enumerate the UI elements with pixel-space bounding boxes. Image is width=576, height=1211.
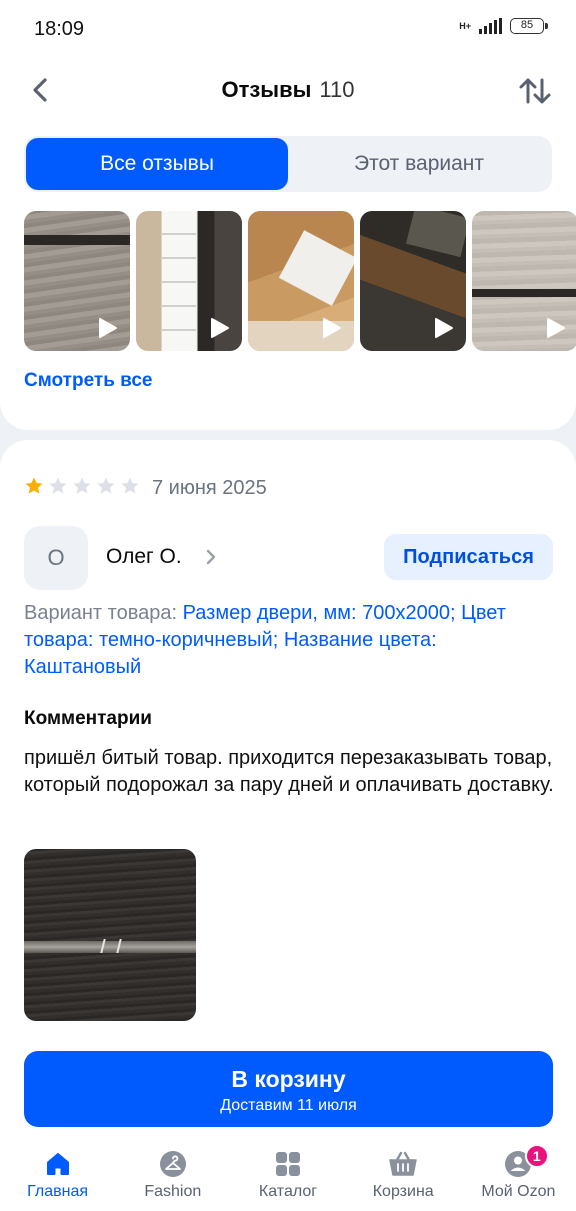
nav-item-catalog[interactable]: Каталог: [230, 1139, 345, 1211]
play-icon: [211, 318, 229, 338]
star-empty-icon: [73, 477, 91, 494]
status-icons: H+ 85: [459, 18, 548, 34]
status-bar: 18:09 H+ 85: [0, 0, 576, 60]
media-thumbnail[interactable]: [360, 211, 466, 351]
nav-label-catalog: Каталог: [258, 1183, 318, 1200]
author-name[interactable]: Олег О.: [106, 545, 182, 569]
play-icon: [99, 318, 117, 338]
bottom-nav: Главная Fashion Каталог Корзина 1 Мой Oz…: [0, 1139, 576, 1211]
status-time: 18:09: [34, 18, 85, 40]
add-to-cart-label: В корзину: [231, 1066, 346, 1092]
view-all-link[interactable]: Смотреть все: [24, 370, 153, 392]
tab-all-reviews[interactable]: Все отзывы: [26, 138, 288, 190]
media-strip: [24, 211, 576, 351]
nav-label-fashion: Fashion: [144, 1183, 202, 1200]
media-thumbnail[interactable]: [24, 211, 130, 351]
review-card: 7 июня 2025 О Олег О. Подписаться Вариан…: [0, 440, 576, 1140]
nav-item-fashion[interactable]: Fashion: [115, 1139, 230, 1211]
nav-item-home[interactable]: Главная: [0, 1139, 115, 1211]
hanger-icon: [159, 1151, 186, 1177]
nav-label-my-ozon: Мой Ozon: [481, 1183, 556, 1200]
comments-heading: Комментарии: [24, 708, 152, 729]
play-icon: [323, 318, 341, 338]
rating-stars: [24, 476, 140, 496]
review-comment: пришёл битый товар. приходится перезаказ…: [24, 747, 554, 796]
review-date: 7 июня 2025: [152, 477, 267, 499]
signal-icon: [479, 18, 502, 34]
star-empty-icon: [97, 477, 115, 494]
review-filter-tabs: Все отзывы Этот вариант: [24, 136, 552, 192]
nav-item-cart[interactable]: Корзина: [346, 1139, 461, 1211]
battery-icon: 85: [510, 18, 548, 34]
add-to-cart-button[interactable]: В корзину Доставим 11 июля: [24, 1051, 553, 1127]
notification-badge: 1: [524, 1144, 549, 1168]
delivery-date-label: Доставим 11 июля: [220, 1097, 357, 1114]
chevron-right-icon[interactable]: [204, 548, 218, 566]
review-count: 110: [319, 77, 355, 102]
review-photo[interactable]: [24, 849, 196, 1021]
nav-item-my-ozon[interactable]: 1 Мой Ozon: [461, 1139, 576, 1211]
star-empty-icon: [49, 477, 67, 494]
home-icon: [46, 1153, 69, 1175]
product-variant: Вариант товара: Размер двери, мм: 700x20…: [24, 600, 554, 681]
media-thumbnail[interactable]: [248, 211, 354, 351]
variant-label: Вариант товара:: [24, 602, 183, 624]
avatar[interactable]: О: [24, 526, 88, 590]
tab-this-variant[interactable]: Этот вариант: [288, 138, 550, 190]
subscribe-button[interactable]: Подписаться: [384, 534, 553, 580]
catalog-grid-icon: [276, 1152, 300, 1176]
header: Отзывы 110: [0, 60, 576, 122]
media-thumbnail[interactable]: [136, 211, 242, 351]
media-thumbnail[interactable]: [472, 211, 576, 351]
media-card: Все отзывы Этот вариант Смотреть все: [0, 118, 576, 430]
star-empty-icon: [121, 477, 139, 494]
star-filled-icon: [25, 477, 43, 494]
sort-arrows-icon[interactable]: [516, 72, 554, 110]
page-title: Отзывы 110: [0, 77, 576, 103]
page-title-text: Отзывы: [221, 77, 312, 102]
nav-label-home: Главная: [27, 1183, 89, 1200]
basket-icon: [389, 1151, 417, 1176]
play-icon: [435, 318, 453, 338]
play-icon: [547, 318, 565, 338]
network-type: H+: [459, 20, 471, 31]
nav-label-cart: Корзина: [372, 1183, 434, 1200]
